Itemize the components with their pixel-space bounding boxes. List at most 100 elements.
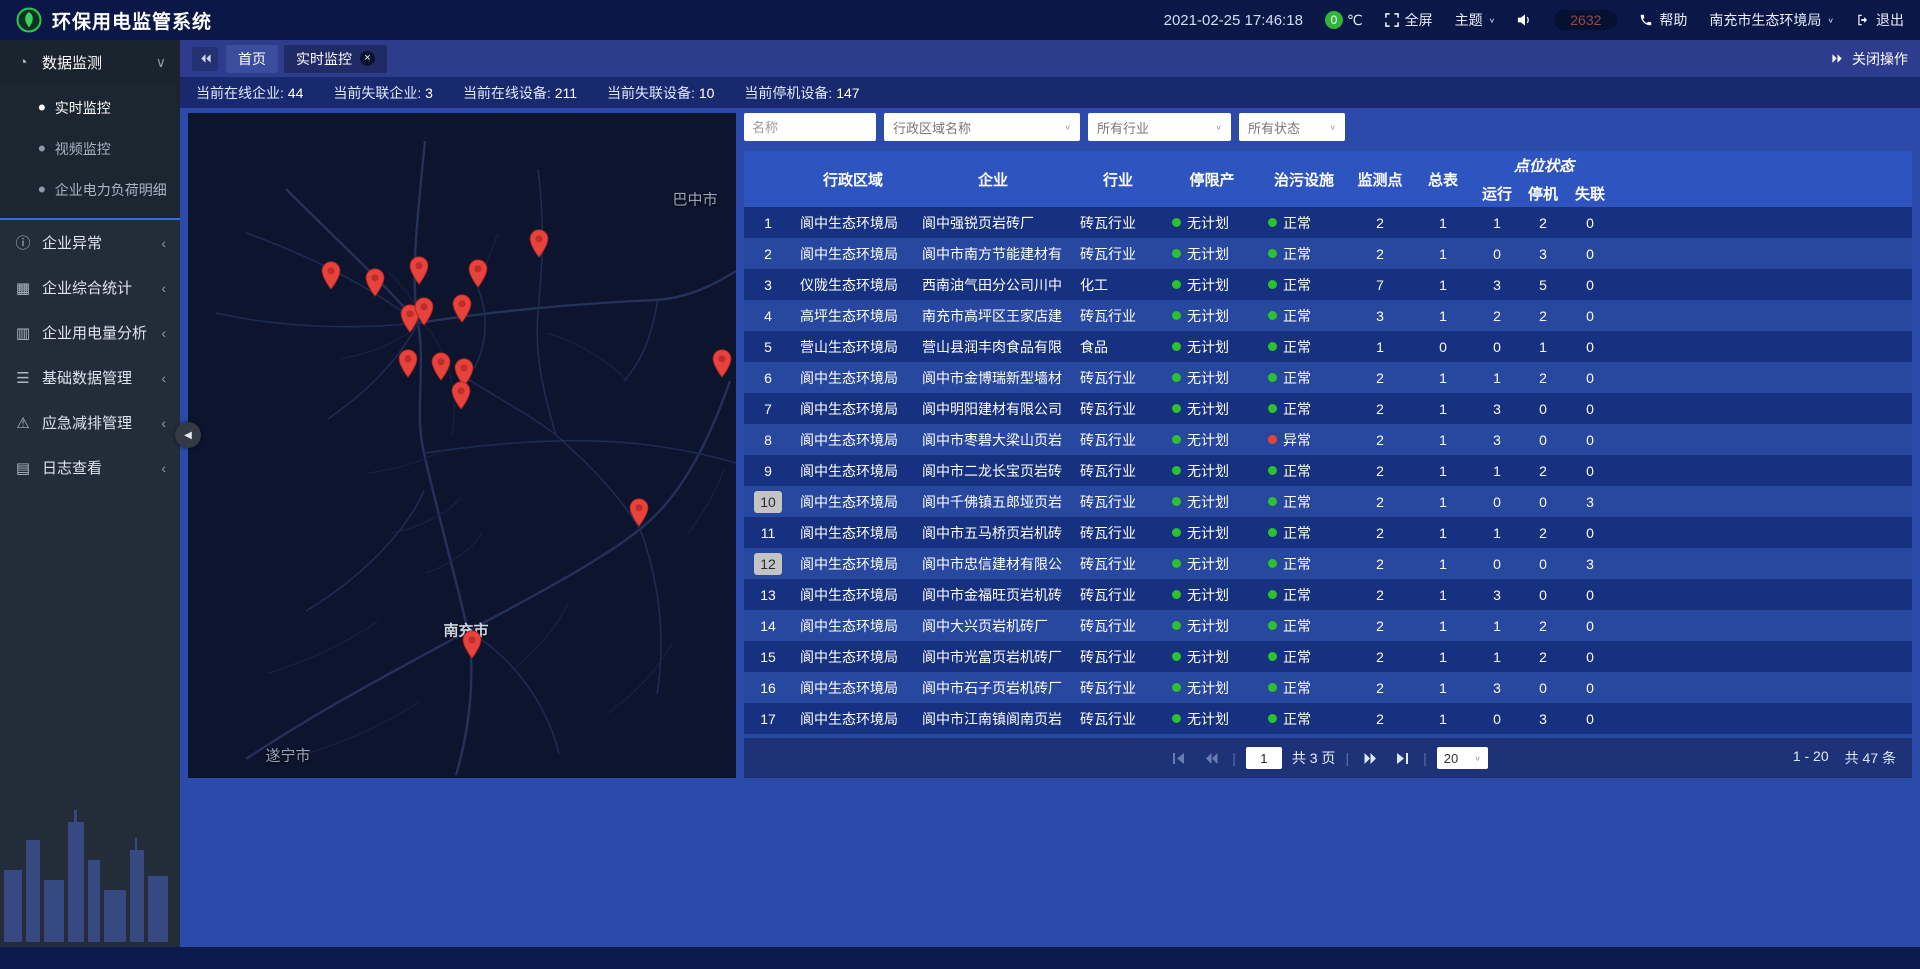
logout-button[interactable]: 退出 bbox=[1856, 10, 1904, 30]
separator: | bbox=[1423, 750, 1427, 766]
cell-filler bbox=[1614, 269, 1912, 300]
map-pin[interactable] bbox=[451, 381, 472, 410]
fullscreen-button[interactable]: 全屏 bbox=[1385, 10, 1433, 30]
table-row[interactable]: 16阆中生态环境局阆中市石子页岩机砖厂砖瓦行业无计划正常21300 bbox=[744, 672, 1912, 703]
facility-status-dot bbox=[1268, 404, 1277, 413]
table-row[interactable]: 8阆中生态环境局阆中市枣碧大梁山页岩砖瓦行业无计划异常21300 bbox=[744, 424, 1912, 455]
table-row[interactable]: 3仪陇生态环境局西南油气田分公司川中化工无计划正常71350 bbox=[744, 269, 1912, 300]
chevron-down-icon: ∨ bbox=[1064, 123, 1071, 131]
table-row[interactable]: 13阆中生态环境局阆中市金福旺页岩机砖砖瓦行业无计划正常21300 bbox=[744, 579, 1912, 610]
industry-filter-select[interactable]: 所有行业 ∨ bbox=[1088, 113, 1231, 141]
table-row[interactable]: 1阆中生态环境局阆中强锐页岩砖厂砖瓦行业无计划正常21120 bbox=[744, 207, 1912, 238]
app-title: 环保用电监管系统 bbox=[52, 7, 212, 34]
map-pin[interactable] bbox=[629, 498, 650, 527]
status-filter-select[interactable]: 所有状态 ∨ bbox=[1239, 113, 1345, 141]
sidebar-group-base-data[interactable]: ☰基础数据管理‹ bbox=[0, 355, 180, 400]
table-row[interactable]: 4高坪生态环境局南充市高坪区王家店建砖瓦行业无计划正常31220 bbox=[744, 300, 1912, 331]
tab-close-icon[interactable]: × bbox=[360, 51, 375, 66]
map-pin[interactable] bbox=[452, 294, 473, 323]
table-row[interactable]: 11阆中生态环境局阆中市五马桥页岩机砖砖瓦行业无计划正常21120 bbox=[744, 517, 1912, 548]
alarm-count-badge[interactable]: 2632 bbox=[1554, 10, 1617, 30]
table-row[interactable]: 17阆中生态环境局阆中市江南镇阆南页岩砖瓦行业无计划正常21030 bbox=[744, 703, 1912, 734]
table-row[interactable]: 15阆中生态环境局阆中市光富页岩机砖厂砖瓦行业无计划正常21120 bbox=[744, 641, 1912, 672]
cell-production: 无计划 bbox=[1164, 331, 1260, 362]
org-dropdown[interactable]: 南充市生态环境局 ∨ bbox=[1709, 10, 1834, 30]
sidebar-group-label: 数据监测 bbox=[42, 52, 102, 73]
sidebar-group-company-statistics[interactable]: ▦企业综合统计‹ bbox=[0, 265, 180, 310]
stat-label: 当前停机设备: bbox=[744, 85, 836, 101]
tabs-scroll-left-button[interactable] bbox=[192, 47, 218, 71]
map-pin[interactable] bbox=[398, 349, 419, 378]
table-row[interactable]: 10阆中生态环境局阆中千佛镇五郎垭页岩砖瓦行业无计划正常21003 bbox=[744, 486, 1912, 517]
region-filter-select[interactable]: 行政区域名称 ∨ bbox=[884, 113, 1080, 141]
cell-meters: 1 bbox=[1412, 517, 1474, 548]
map-pin[interactable] bbox=[431, 352, 452, 381]
cell-offline: 3 bbox=[1566, 548, 1614, 579]
table-row[interactable]: 5营山生态环境局营山县润丰肉食品有限食品无计划正常10010 bbox=[744, 331, 1912, 362]
app-root: 环保用电监管系统 2021-02-25 17:46:18 0 ℃ 全屏 主题 ∨ bbox=[0, 0, 1920, 969]
table-row[interactable]: 6阆中生态环境局阆中市金博瑞新型墙材砖瓦行业无计划正常21120 bbox=[744, 362, 1912, 393]
cell-offline: 0 bbox=[1566, 641, 1614, 672]
cell-points: 7 bbox=[1348, 269, 1412, 300]
table-row[interactable]: 7阆中生态环境局阆中明阳建材有限公司砖瓦行业无计划正常21300 bbox=[744, 393, 1912, 424]
cell-index: 14 bbox=[744, 610, 792, 641]
theme-dropdown[interactable]: 主题 ∨ bbox=[1455, 10, 1496, 30]
map-pin[interactable] bbox=[409, 256, 430, 285]
cell-running: 1 bbox=[1474, 610, 1520, 641]
brand: 环保用电监管系统 bbox=[16, 7, 212, 34]
chevron-down-icon: ∨ bbox=[1215, 123, 1222, 131]
cell-stopped: 2 bbox=[1520, 362, 1566, 393]
last-page-button[interactable] bbox=[1391, 747, 1413, 769]
map-panel[interactable]: ◀ 巴中市南充市遂宁市 bbox=[188, 113, 736, 778]
sidebar-group-data-monitor[interactable]: ◔数据监测∨ bbox=[0, 40, 180, 85]
speaker-button[interactable] bbox=[1517, 13, 1532, 27]
table-row[interactable]: 14阆中生态环境局阆中大兴页岩机砖厂砖瓦行业无计划正常21120 bbox=[744, 610, 1912, 641]
sidebar-group-log-view[interactable]: ▤日志查看‹ bbox=[0, 445, 180, 490]
name-filter-input[interactable] bbox=[744, 113, 876, 141]
page-size-select[interactable]: 20 ∨ bbox=[1437, 747, 1488, 769]
first-page-button[interactable] bbox=[1168, 747, 1190, 769]
cell-facility: 异常 bbox=[1260, 424, 1348, 455]
map-city-label: 巴中市 bbox=[672, 189, 717, 210]
chevron-down-icon: ∨ bbox=[1489, 16, 1496, 24]
cell-region: 阆中生态环境局 bbox=[792, 424, 914, 455]
map-pin[interactable] bbox=[365, 268, 386, 297]
cell-company: 阆中市石子页岩机砖厂 bbox=[914, 672, 1072, 703]
sidebar-item-realtime-monitor[interactable]: •实时监控 bbox=[0, 87, 180, 128]
map-pin[interactable] bbox=[321, 261, 342, 290]
table-row[interactable]: 12阆中生态环境局阆中市忠信建材有限公砖瓦行业无计划正常21003 bbox=[744, 548, 1912, 579]
cell-running: 0 bbox=[1474, 548, 1520, 579]
table-row[interactable]: 9阆中生态环境局阆中市二龙长宝页岩砖砖瓦行业无计划正常21120 bbox=[744, 455, 1912, 486]
map-pin[interactable] bbox=[414, 297, 435, 326]
stat-label: 当前失联企业: bbox=[333, 85, 425, 101]
cell-industry: 砖瓦行业 bbox=[1072, 424, 1164, 455]
prev-page-button[interactable] bbox=[1200, 747, 1222, 769]
gauge-icon: ◔ bbox=[14, 54, 32, 71]
alert-icon: ⚠ bbox=[14, 414, 32, 432]
help-button[interactable]: 帮助 bbox=[1639, 10, 1687, 30]
close-operations-button[interactable]: 关闭操作 bbox=[1831, 49, 1908, 69]
map-pin[interactable] bbox=[462, 630, 483, 659]
sidebar-item-video-monitor[interactable]: •视频监控 bbox=[0, 128, 180, 169]
tab-home[interactable]: 首页 bbox=[226, 45, 278, 73]
cell-index: 9 bbox=[744, 455, 792, 486]
sidebar-item-power-load-detail[interactable]: •企业电力负荷明细 bbox=[0, 169, 180, 210]
map-pin[interactable] bbox=[468, 259, 489, 288]
tab-realtime[interactable]: 实时监控× bbox=[284, 45, 387, 73]
page-number-input[interactable] bbox=[1246, 747, 1282, 769]
sidebar-group-emergency-reduction[interactable]: ⚠应急减排管理‹ bbox=[0, 400, 180, 445]
production-status-dot bbox=[1172, 311, 1181, 320]
cell-region: 阆中生态环境局 bbox=[792, 238, 914, 269]
sidebar-group-company-abnormal[interactable]: ⓘ企业异常‹ bbox=[0, 220, 180, 265]
map-pin[interactable] bbox=[529, 229, 550, 258]
cell-facility: 正常 bbox=[1260, 579, 1348, 610]
cell-company: 阆中市五马桥页岩机砖 bbox=[914, 517, 1072, 548]
map-pin[interactable] bbox=[712, 349, 733, 378]
sidebar-group-power-analysis[interactable]: ▥企业用电量分析‹ bbox=[0, 310, 180, 355]
logout-label: 退出 bbox=[1876, 10, 1904, 30]
cell-production: 无计划 bbox=[1164, 579, 1260, 610]
next-page-button[interactable] bbox=[1359, 747, 1381, 769]
row-index: 8 bbox=[754, 429, 782, 451]
table-row[interactable]: 2阆中生态环境局阆中市南方节能建材有砖瓦行业无计划正常21030 bbox=[744, 238, 1912, 269]
map-collapse-handle[interactable]: ◀ bbox=[175, 422, 201, 448]
